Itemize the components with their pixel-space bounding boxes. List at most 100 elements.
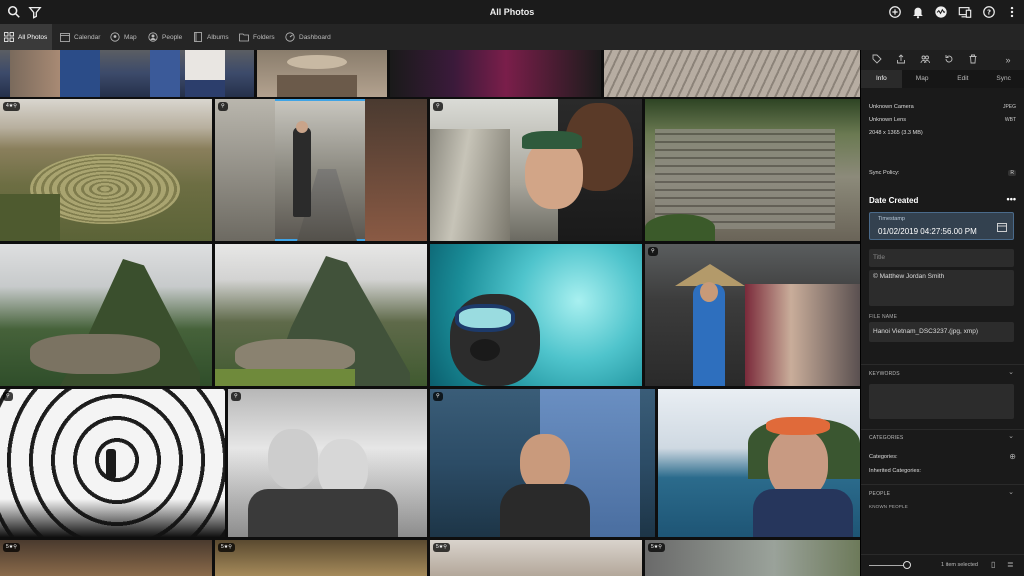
dimensions-row: 2048 x 1365 (3.3 MB) [869, 130, 1016, 136]
tab-albums[interactable]: Albums [189, 24, 233, 50]
photo-thumbnail[interactable] [604, 50, 860, 97]
photo-thumbnail[interactable]: ⚲ [645, 244, 860, 386]
selection-status: 1 item selected [941, 562, 978, 568]
panel-tabs: Info Map Edit Sync [861, 70, 1024, 88]
chevron-down-icon[interactable]: ⌄ [1008, 368, 1014, 376]
dashboard-icon [285, 32, 295, 42]
app-window: All Photos ? All Photos Calendar Map Peo… [0, 0, 1024, 576]
calendar-picker-icon[interactable] [997, 222, 1007, 232]
photo-thumbnail[interactable]: ⚲ [430, 389, 655, 537]
location-pin-badge: ⚲ [218, 102, 228, 111]
divider [861, 429, 1024, 430]
tag-icon[interactable] [865, 54, 889, 66]
photo-thumbnail[interactable] [658, 389, 860, 537]
divider [861, 484, 1024, 485]
zoom-slider-handle[interactable] [903, 561, 911, 569]
location-pin-badge: ⚲ [648, 247, 658, 256]
keywords-header[interactable]: KEYWORDS [869, 371, 900, 377]
categories-label: Categories: [869, 454, 898, 460]
photo-thumbnail[interactable] [0, 50, 254, 97]
folder-icon [239, 33, 249, 42]
sync-policy-icon[interactable]: R [1008, 170, 1016, 176]
categories-header[interactable]: CATEGORIES [869, 435, 903, 441]
tab-folders[interactable]: Folders [235, 24, 279, 50]
top-toolbar: All Photos ? [0, 0, 1024, 24]
keywords-input[interactable] [869, 384, 1014, 419]
photo-thumbnail[interactable] [0, 244, 212, 386]
tab-label: Dashboard [299, 33, 331, 41]
inherited-categories-label: Inherited Categories: [869, 468, 921, 474]
people-tag-icon[interactable] [913, 54, 937, 66]
share-icon[interactable] [889, 54, 913, 66]
devices-icon[interactable] [957, 4, 973, 20]
photo-thumbnail[interactable] [430, 244, 642, 386]
tab-map[interactable]: Map [902, 70, 943, 88]
add-icon[interactable] [887, 4, 903, 20]
chevron-down-icon[interactable]: ⌄ [1008, 488, 1014, 496]
camera-row: Unknown Camera JPEG [869, 104, 1016, 110]
camera-value: Unknown Camera [869, 104, 914, 110]
more-options-icon[interactable]: ••• [1007, 194, 1016, 204]
photo-thumbnail[interactable]: 5★⚲ [645, 540, 860, 576]
known-people-label: KNOWN PEOPLE [869, 504, 908, 509]
tab-all-photos[interactable]: All Photos [0, 24, 52, 50]
location-pin-badge: ⚲ [433, 392, 443, 401]
collapse-panel-icon[interactable]: » [996, 55, 1020, 65]
activity-icon[interactable] [933, 4, 949, 20]
add-category-icon[interactable]: ⊕ [1009, 452, 1016, 461]
people-header[interactable]: PEOPLE [869, 491, 890, 497]
tab-edit[interactable]: Edit [943, 70, 984, 88]
title-input[interactable]: Title [869, 249, 1014, 267]
panel-footer: 1 item selected ▯ ≣ [861, 554, 1024, 576]
date-created-label: Date Created [869, 196, 919, 205]
photo-thumbnail[interactable] [645, 99, 860, 241]
photo-thumbnail-selected[interactable]: ⚲ [215, 99, 427, 241]
notifications-icon[interactable] [910, 4, 926, 20]
timestamp-field[interactable]: Timestamp 01/02/2019 04:27:56.00 PM [869, 212, 1014, 240]
tab-people[interactable]: People [144, 24, 186, 50]
tab-label: Folders [253, 33, 275, 41]
photo-thumbnail[interactable]: 5★⚲ [430, 540, 642, 576]
photo-thumbnail[interactable]: 5★⚲ [215, 540, 427, 576]
photo-thumbnail[interactable]: ⚲ [228, 389, 427, 537]
lens-tag: WBT [1004, 117, 1016, 123]
timestamp-label: Timestamp [878, 216, 905, 222]
photo-thumbnail[interactable]: 4★⚲ [0, 99, 212, 241]
tab-dashboard[interactable]: Dashboard [281, 24, 335, 50]
rating-badge: 5★⚲ [433, 543, 450, 552]
file-name-input[interactable]: Hanoi Vietnam_DSC3237.(jpg, xmp) [869, 322, 1014, 342]
title-placeholder: Title [873, 254, 886, 261]
photo-thumbnail[interactable] [390, 50, 601, 97]
caption-input[interactable]: © Matthew Jordan Smith [869, 270, 1014, 306]
tab-label: Calendar [74, 33, 101, 41]
rotate-icon[interactable] [937, 54, 961, 66]
panel-toolbar: » [861, 50, 1024, 70]
photo-thumbnail[interactable]: ⚲ [0, 389, 225, 537]
grid-icon [4, 32, 14, 42]
rating-badge: 5★⚲ [648, 543, 665, 552]
clipboard-icon[interactable]: ▯ [991, 560, 995, 569]
trash-icon[interactable] [961, 54, 985, 66]
date-created-header: Date Created ••• [869, 194, 1016, 205]
tab-info[interactable]: Info [861, 70, 902, 88]
map-pin-icon [110, 32, 120, 42]
photo-thumbnail[interactable] [215, 244, 427, 386]
help-icon[interactable]: ? [981, 4, 997, 20]
chevron-down-icon[interactable]: ⌄ [1008, 432, 1014, 440]
list-view-icon[interactable]: ≣ [1007, 560, 1014, 569]
sync-policy-row: Sync Policy: R [869, 170, 1016, 176]
info-panel: » Info Map Edit Sync Unknown Camera JPEG… [860, 50, 1024, 576]
album-icon [194, 32, 202, 42]
tab-sync[interactable]: Sync [983, 70, 1024, 88]
tab-label: People [162, 33, 183, 41]
photo-thumbnail[interactable]: 5★⚲ [0, 540, 212, 576]
categories-row: Categories: ⊕ [869, 452, 1016, 461]
photo-thumbnail[interactable]: ⚲ [430, 99, 642, 241]
photo-thumbnail[interactable] [257, 50, 387, 97]
rating-badge: 5★⚲ [218, 543, 235, 552]
more-icon[interactable] [1004, 4, 1020, 20]
inherited-categories-row: Inherited Categories: [869, 468, 1016, 474]
tab-map[interactable]: Map [106, 24, 141, 50]
lens-row: Unknown Lens WBT [869, 117, 1016, 123]
tab-calendar[interactable]: Calendar [56, 24, 104, 50]
